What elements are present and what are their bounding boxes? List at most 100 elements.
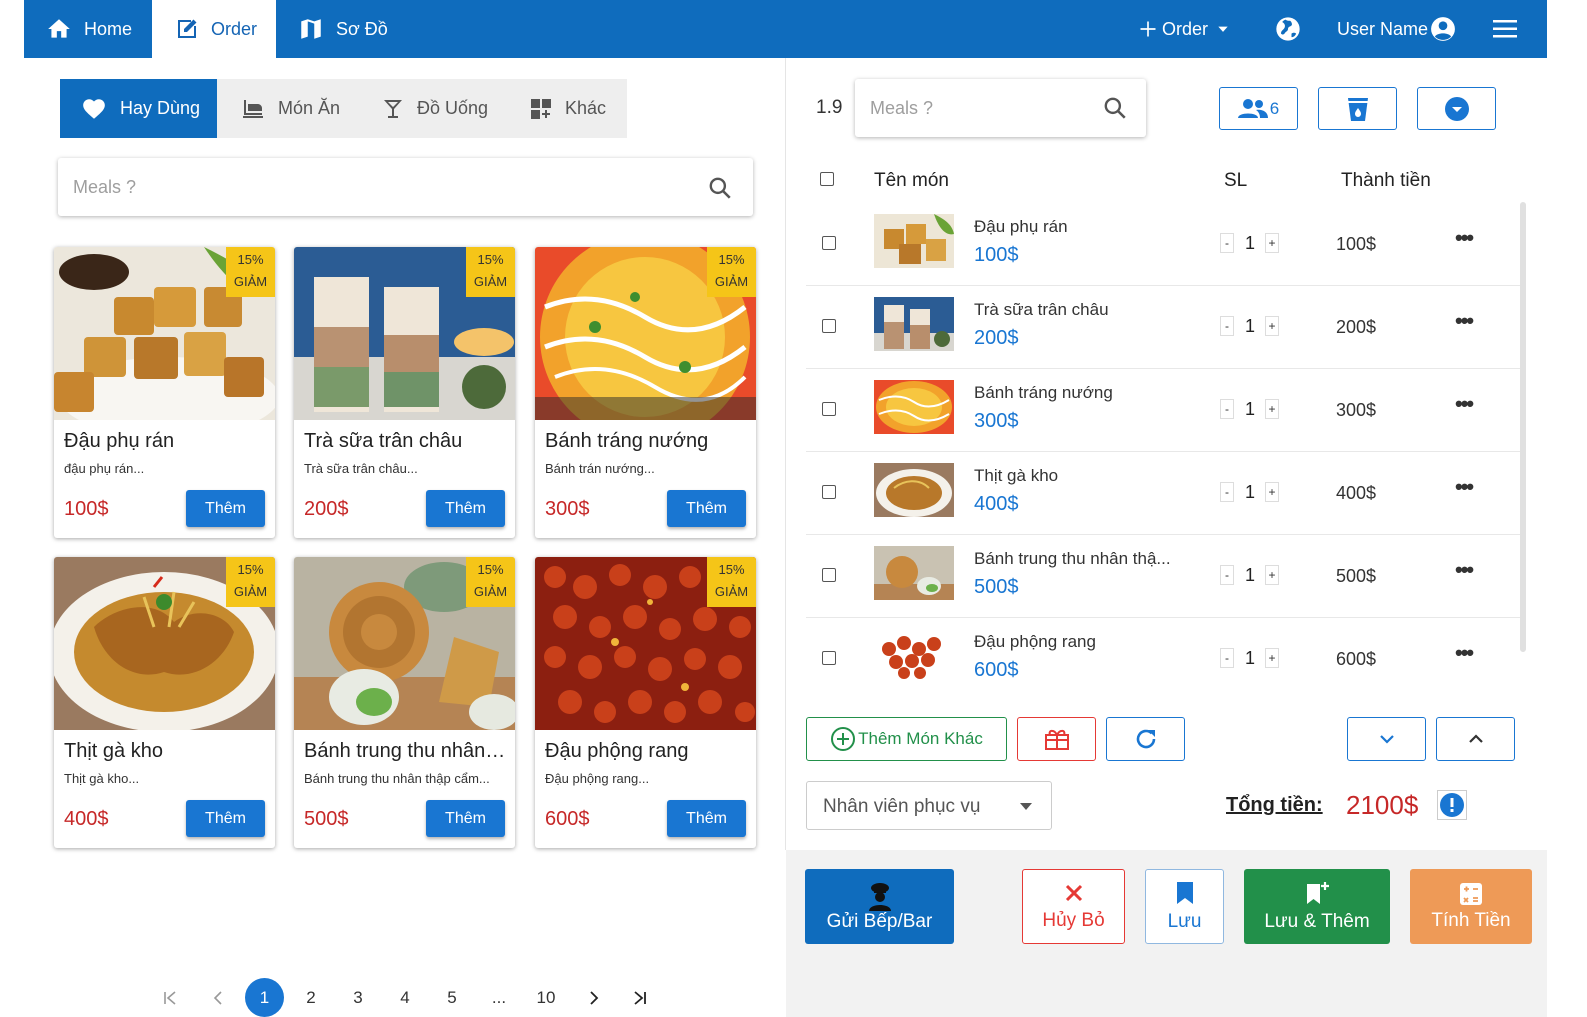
- save-and-add-label: Lưu & Thêm: [1264, 910, 1370, 932]
- hamburger-menu-button[interactable]: [1493, 0, 1521, 58]
- order-item-qty[interactable]: 1: [1245, 565, 1255, 586]
- send-kitchen-button[interactable]: Gửi Bếp/Bar: [805, 869, 954, 944]
- more-options-icon[interactable]: •••: [1455, 391, 1474, 417]
- total-value: 2100$: [1346, 790, 1419, 820]
- order-list-scrollbar[interactable]: [1520, 202, 1526, 652]
- decrease-qty-button[interactable]: -: [1220, 233, 1234, 253]
- row-checkbox[interactable]: [822, 485, 836, 499]
- guests-button[interactable]: 6: [1219, 87, 1298, 130]
- tab-favorites[interactable]: Hay Dùng: [60, 79, 217, 138]
- checkout-button[interactable]: Tính Tiền: [1410, 869, 1532, 944]
- row-checkbox[interactable]: [822, 651, 836, 665]
- page-3-button[interactable]: 3: [347, 978, 369, 1017]
- nav-home[interactable]: Home: [24, 0, 152, 58]
- scroll-down-button[interactable]: [1347, 717, 1426, 761]
- user-menu[interactable]: User Name: [1337, 0, 1459, 58]
- menu-icon: [1493, 20, 1517, 38]
- increase-qty-button[interactable]: +: [1265, 316, 1279, 336]
- order-item-qty[interactable]: 1: [1245, 648, 1255, 669]
- tab-drinks[interactable]: Đồ Uống: [381, 79, 511, 138]
- row-checkbox[interactable]: [822, 319, 836, 333]
- discount-badge: 15% GIẢM: [226, 557, 275, 607]
- nav-map[interactable]: Sơ Đồ: [276, 0, 406, 58]
- order-item-qty[interactable]: 1: [1245, 316, 1255, 337]
- decrease-qty-button[interactable]: -: [1220, 648, 1234, 668]
- info-icon: [1440, 793, 1464, 817]
- tab-food[interactable]: Món Ăn: [238, 79, 363, 138]
- decrease-qty-button[interactable]: -: [1220, 399, 1234, 419]
- takeaway-button[interactable]: [1318, 87, 1397, 130]
- select-all-checkbox[interactable]: [820, 172, 834, 186]
- staff-select[interactable]: Nhân viên phục vụ: [806, 781, 1052, 830]
- more-options-icon[interactable]: •••: [1455, 557, 1474, 583]
- first-page-button[interactable]: [160, 978, 180, 1017]
- discount-pct: 15%: [477, 562, 504, 577]
- order-item-qty[interactable]: 1: [1245, 233, 1255, 254]
- order-item-qty[interactable]: 1: [1245, 399, 1255, 420]
- gift-button[interactable]: [1017, 717, 1096, 761]
- page-4-button[interactable]: 4: [394, 978, 416, 1017]
- save-and-add-button[interactable]: Lưu & Thêm: [1244, 869, 1390, 944]
- edit-icon: [178, 19, 197, 38]
- add-to-order-button[interactable]: Thêm: [426, 800, 505, 837]
- chevron-right-icon: [590, 990, 599, 1005]
- save-button[interactable]: Lưu: [1145, 869, 1224, 944]
- search-icon[interactable]: [707, 175, 733, 201]
- add-to-order-button[interactable]: Thêm: [186, 490, 265, 527]
- more-options-icon[interactable]: •••: [1455, 225, 1474, 251]
- page-1-button[interactable]: 1: [245, 978, 284, 1017]
- menu-item-name: Trà sữa trân châu: [304, 430, 463, 452]
- increase-qty-button[interactable]: +: [1265, 482, 1279, 502]
- food-icon: [243, 99, 263, 118]
- menu-search-input[interactable]: Meals ?: [58, 158, 753, 216]
- discount-pct: 15%: [237, 562, 264, 577]
- total-info-button[interactable]: [1437, 790, 1467, 820]
- cup-icon: [1347, 97, 1368, 121]
- increase-qty-button[interactable]: +: [1265, 648, 1279, 668]
- tab-other[interactable]: Khác: [529, 79, 627, 138]
- next-page-button[interactable]: [584, 978, 604, 1017]
- page-2-button[interactable]: 2: [300, 978, 322, 1017]
- decrease-qty-button[interactable]: -: [1220, 482, 1234, 502]
- page-5-button[interactable]: 5: [441, 978, 463, 1017]
- increase-qty-button[interactable]: +: [1265, 399, 1279, 419]
- scroll-up-button[interactable]: [1436, 717, 1515, 761]
- refresh-button[interactable]: [1106, 717, 1185, 761]
- row-checkbox[interactable]: [822, 236, 836, 250]
- add-to-order-button[interactable]: Thêm: [667, 490, 746, 527]
- row-divider: [806, 451, 1520, 452]
- more-options-icon[interactable]: •••: [1455, 308, 1474, 334]
- cancel-button[interactable]: Hủy Bỏ: [1022, 869, 1125, 944]
- last-page-button[interactable]: [630, 978, 650, 1017]
- add-to-order-button[interactable]: Thêm: [186, 800, 265, 837]
- increase-qty-button[interactable]: +: [1265, 233, 1279, 253]
- order-item-price: 500$: [974, 576, 1019, 598]
- discount-label: GIẢM: [714, 274, 749, 289]
- nav-order[interactable]: Order: [152, 0, 276, 58]
- language-button[interactable]: [1274, 0, 1304, 58]
- page-10-button[interactable]: 10: [532, 978, 560, 1017]
- increase-qty-button[interactable]: +: [1265, 565, 1279, 585]
- add-other-item-button[interactable]: Thêm Món Khác: [806, 717, 1007, 761]
- order-options-dropdown[interactable]: [1417, 87, 1496, 130]
- more-options-icon[interactable]: •••: [1455, 640, 1474, 666]
- decrease-qty-button[interactable]: -: [1220, 316, 1234, 336]
- search-icon[interactable]: [1102, 95, 1128, 121]
- add-to-order-button[interactable]: Thêm: [426, 490, 505, 527]
- order-item-qty[interactable]: 1: [1245, 482, 1255, 503]
- add-to-order-button[interactable]: Thêm: [667, 800, 746, 837]
- menu-card: 15% GIẢM Trà sữa trân châu Trà sữa trân c…: [294, 247, 515, 538]
- menu-item-name: Thịt gà kho: [64, 740, 163, 762]
- row-checkbox[interactable]: [822, 568, 836, 582]
- decrease-qty-button[interactable]: -: [1220, 565, 1234, 585]
- discount-label: GIẢM: [233, 274, 268, 289]
- order-search-input[interactable]: Meals ?: [855, 79, 1146, 137]
- add-order-dropdown[interactable]: Order: [1138, 0, 1234, 58]
- prev-page-button[interactable]: [208, 978, 228, 1017]
- row-checkbox[interactable]: [822, 402, 836, 416]
- order-item-thumbnail: [874, 380, 954, 434]
- tab-food-label: Món Ăn: [278, 98, 341, 118]
- more-options-icon[interactable]: •••: [1455, 474, 1474, 500]
- menu-card: 15% GIẢM Thịt gà kho Thịt gà kho... 400$ …: [54, 557, 275, 848]
- tab-favorites-label: Hay Dùng: [120, 98, 201, 118]
